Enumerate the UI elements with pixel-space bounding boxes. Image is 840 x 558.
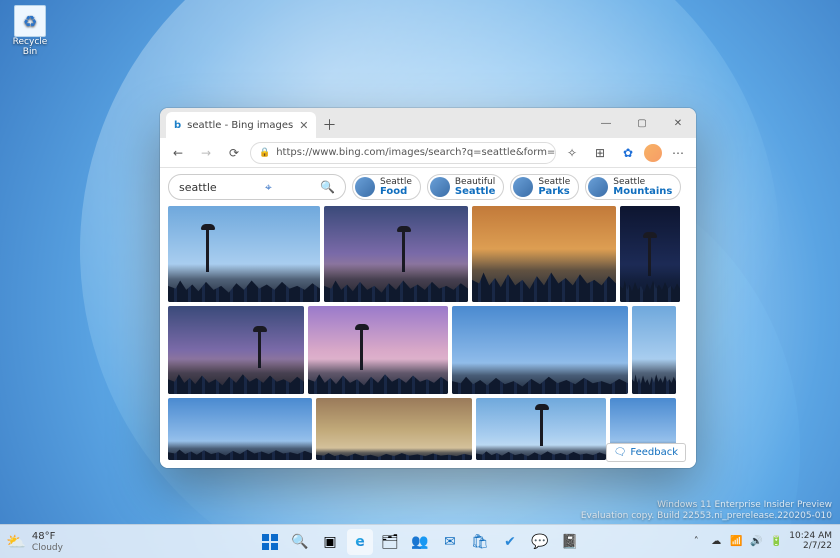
- profile-avatar[interactable]: [644, 144, 662, 162]
- titlebar[interactable]: b seattle - Bing images ✕ ＋ ― ▢ ✕: [160, 108, 696, 138]
- system-tray[interactable]: ˄ ☁ 📶 🔊 🔋 10:24 AM 2/7/22: [689, 532, 840, 552]
- feedback-icon: 🗨: [614, 447, 627, 458]
- page-content: seattle ⌖ 🔍 SeattleFood BeautifulSeattle…: [160, 168, 696, 468]
- browser-window: b seattle - Bing images ✕ ＋ ― ▢ ✕ ← → ⟳ …: [160, 108, 696, 468]
- url-text: https://www.bing.com/images/search?q=sea…: [276, 147, 556, 158]
- back-button[interactable]: ←: [166, 141, 190, 165]
- image-result[interactable]: [308, 306, 448, 394]
- desktop: ♻ Recycle Bin Windows 11 Enterprise Insi…: [0, 0, 840, 558]
- taskbar-apps: 🔍 ▣ e 🗂 👥 ✉ 🛍 ✔ 💬 📓: [257, 529, 583, 555]
- close-window-button[interactable]: ✕: [660, 108, 696, 138]
- chip-seattle-food[interactable]: SeattleFood: [352, 174, 421, 200]
- battery-icon[interactable]: 🔋: [769, 536, 783, 547]
- read-aloud-icon[interactable]: ✧: [560, 141, 584, 165]
- network-icon[interactable]: 📶: [729, 536, 743, 547]
- chip-thumb: [588, 177, 608, 197]
- more-menu-button[interactable]: ⋯: [666, 141, 690, 165]
- chip-thumb: [430, 177, 450, 197]
- recycle-bin-icon: ♻: [14, 5, 46, 37]
- address-bar: ← → ⟳ 🔒 https://www.bing.com/images/sear…: [160, 138, 696, 168]
- image-result[interactable]: [620, 206, 680, 302]
- onedrive-icon[interactable]: ☁: [709, 536, 723, 547]
- image-results: [160, 206, 696, 468]
- refresh-button[interactable]: ⟳: [222, 141, 246, 165]
- tab-title: seattle - Bing images: [187, 120, 293, 131]
- weather-widget[interactable]: ⛅ 48°FCloudy: [0, 531, 63, 553]
- tray-chevron-icon[interactable]: ˄: [689, 536, 703, 547]
- search-query: seattle: [179, 181, 217, 194]
- search-icon[interactable]: 🔍: [320, 180, 335, 194]
- new-tab-button[interactable]: ＋: [316, 112, 342, 138]
- image-result[interactable]: [168, 206, 320, 302]
- edge-app[interactable]: e: [347, 529, 373, 555]
- weather-icon: ⛅: [6, 532, 26, 551]
- visual-search-icon[interactable]: ⌖: [265, 180, 272, 195]
- windows-watermark: Windows 11 Enterprise Insider Preview Ev…: [581, 500, 832, 522]
- favorites-icon[interactable]: ✿: [616, 141, 640, 165]
- store-app[interactable]: 🛍: [467, 529, 493, 555]
- chip-beautiful-seattle[interactable]: BeautifulSeattle: [427, 174, 505, 200]
- bing-icon: b: [174, 120, 181, 131]
- image-result[interactable]: [632, 306, 676, 394]
- feedback-button[interactable]: 🗨 Feedback: [606, 443, 686, 462]
- chip-thumb: [355, 177, 375, 197]
- image-result[interactable]: [476, 398, 606, 460]
- url-field[interactable]: 🔒 https://www.bing.com/images/search?q=s…: [250, 142, 556, 164]
- volume-icon[interactable]: 🔊: [749, 536, 763, 547]
- search-button[interactable]: 🔍: [287, 529, 313, 555]
- outlook-app[interactable]: ✉: [437, 529, 463, 555]
- recycle-bin[interactable]: ♻ Recycle Bin: [6, 5, 54, 57]
- related-chips: SeattleFood BeautifulSeattle SeattlePark…: [352, 174, 681, 200]
- image-result[interactable]: [452, 306, 628, 394]
- taskbar: ⛅ 48°FCloudy 🔍 ▣ e 🗂 👥 ✉ 🛍 ✔ 💬 📓 ˄ ☁ 📶 🔊…: [0, 524, 840, 558]
- clock-date: 2/7/22: [789, 542, 832, 552]
- weather-cond: Cloudy: [32, 543, 63, 553]
- start-button[interactable]: [257, 529, 283, 555]
- chip-seattle-mountains[interactable]: SeattleMountains: [585, 174, 681, 200]
- todo-app[interactable]: ✔: [497, 529, 523, 555]
- teams-app[interactable]: 👥: [407, 529, 433, 555]
- clock[interactable]: 10:24 AM 2/7/22: [789, 532, 832, 552]
- search-input[interactable]: seattle ⌖ 🔍: [168, 174, 346, 200]
- lock-icon: 🔒: [259, 148, 270, 158]
- image-result[interactable]: [316, 398, 472, 460]
- chat-app[interactable]: 💬: [527, 529, 553, 555]
- extensions-icon[interactable]: ⊞: [588, 141, 612, 165]
- minimize-button[interactable]: ―: [588, 108, 624, 138]
- image-result[interactable]: [168, 306, 304, 394]
- chip-thumb: [513, 177, 533, 197]
- weather-temp: 48°F: [32, 531, 55, 542]
- explorer-app[interactable]: 🗂: [377, 529, 403, 555]
- onenote-app[interactable]: 📓: [557, 529, 583, 555]
- forward-button[interactable]: →: [194, 141, 218, 165]
- recycle-bin-label: Recycle Bin: [6, 37, 54, 57]
- chip-seattle-parks[interactable]: SeattleParks: [510, 174, 579, 200]
- close-tab-icon[interactable]: ✕: [299, 119, 308, 132]
- task-view-button[interactable]: ▣: [317, 529, 343, 555]
- feedback-label: Feedback: [630, 447, 678, 458]
- image-result[interactable]: [472, 206, 616, 302]
- image-result[interactable]: [168, 398, 312, 460]
- maximize-button[interactable]: ▢: [624, 108, 660, 138]
- browser-tab[interactable]: b seattle - Bing images ✕: [166, 112, 316, 138]
- image-result[interactable]: [324, 206, 468, 302]
